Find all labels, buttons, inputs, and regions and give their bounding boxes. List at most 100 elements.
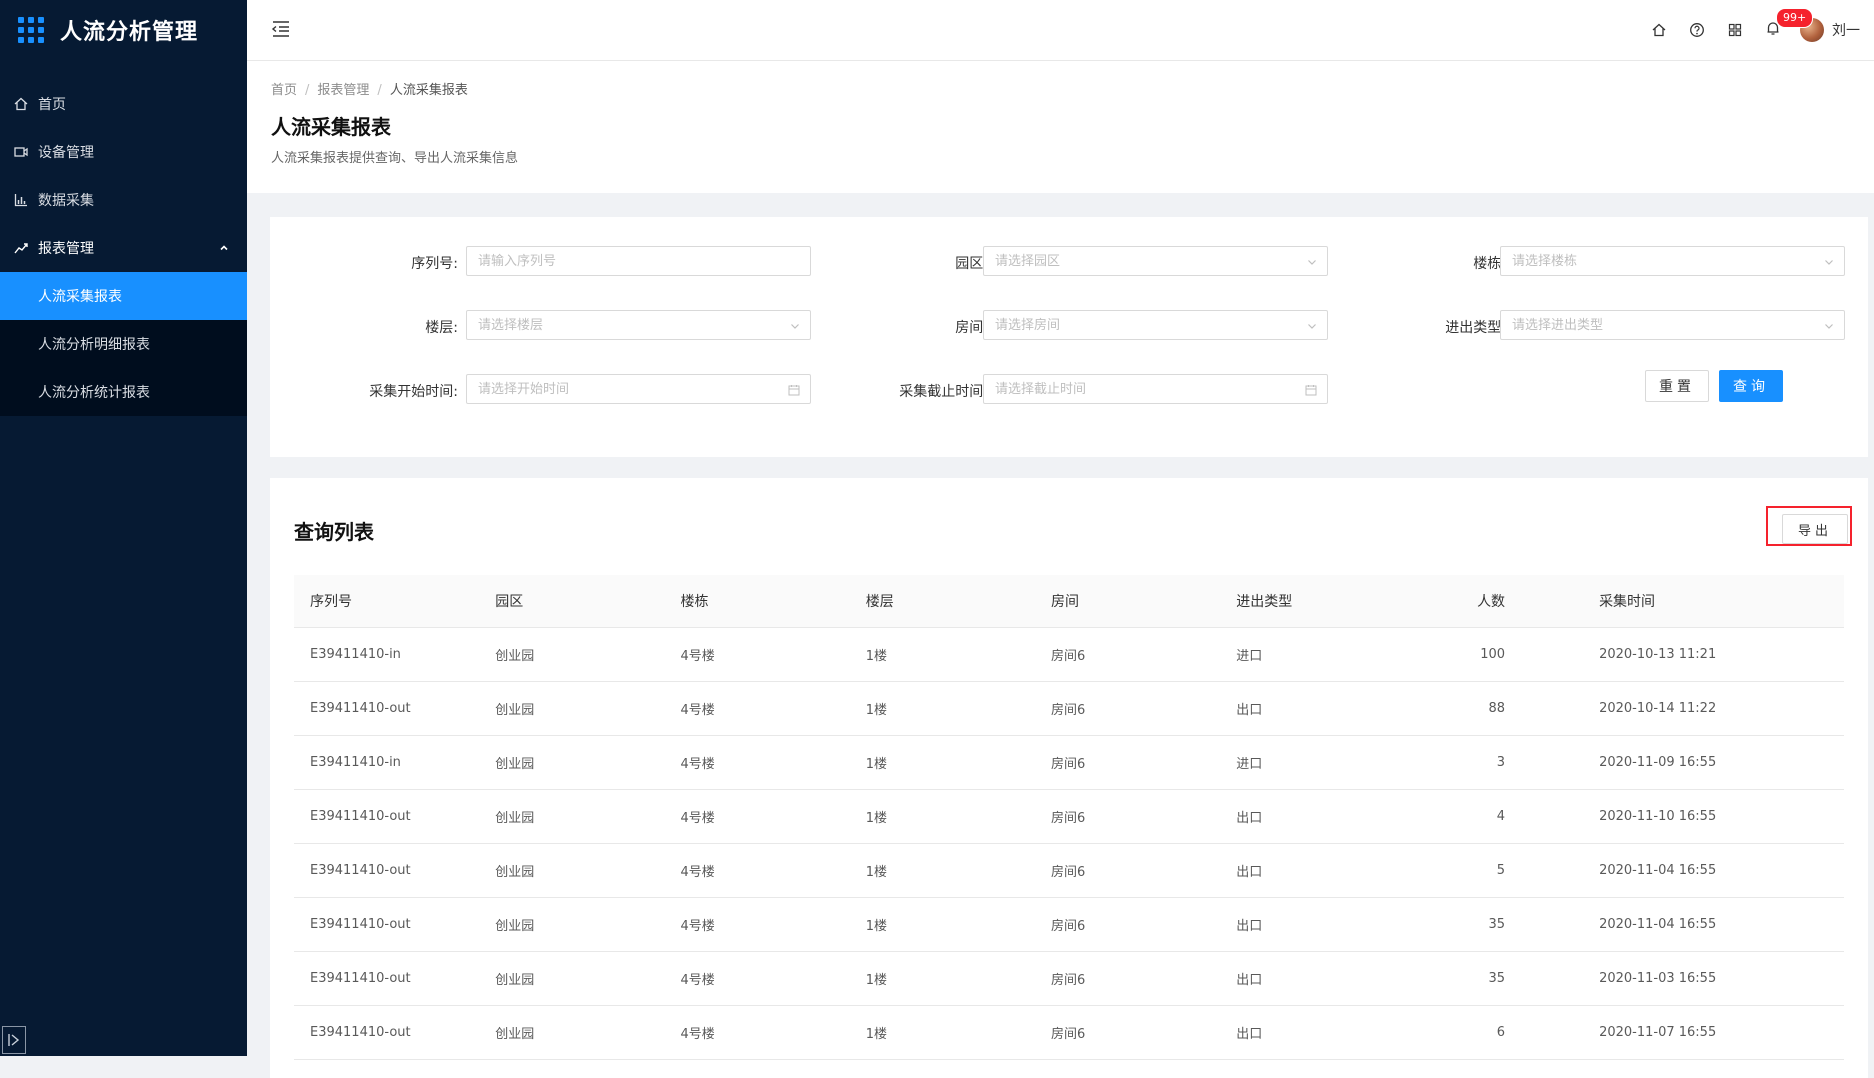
table-cell: 创业园 xyxy=(495,649,535,664)
table-cell: 4号楼 xyxy=(680,649,715,664)
table-cell: 房间6 xyxy=(1051,703,1086,718)
sidebar-item-flow-collection-report[interactable]: 人流采集报表 xyxy=(0,272,247,320)
building-label: 楼栋: xyxy=(1473,256,1506,272)
table-cell: 4号楼 xyxy=(680,703,715,718)
page-description: 人流采集报表提供查询、导出人流采集信息 xyxy=(271,151,519,166)
serial-label: 序列号: xyxy=(411,256,458,272)
column-header[interactable]: 人数 xyxy=(1406,591,1505,611)
building-select[interactable]: 请选择楼栋 xyxy=(1500,246,1845,276)
bar-chart-icon xyxy=(14,193,28,207)
table-cell: 进口 xyxy=(1236,649,1263,664)
table-cell: 1楼 xyxy=(865,757,888,772)
table-cell: 1楼 xyxy=(865,1027,888,1042)
table-cell: E39411410-out xyxy=(310,917,411,932)
sidebar-item-label: 报表管理 xyxy=(38,241,94,257)
export-button[interactable]: 导出 xyxy=(1782,514,1848,544)
table-cell: 35 xyxy=(1488,971,1506,986)
sidebar-item-flow-statistics-report[interactable]: 人流分析统计报表 xyxy=(0,368,247,416)
table-cell: 房间6 xyxy=(1051,865,1086,880)
page-header: 首页 / 报表管理 / 人流采集报表 人流采集报表 人流采集报表提供查询、导出人流采集信… xyxy=(247,61,1874,193)
table-cell: 4号楼 xyxy=(680,865,715,880)
table-row[interactable]: E39411410-out 创业园 4号楼 1楼 房间6 出口 5 2020-11-04 16… xyxy=(294,844,1844,898)
table-row[interactable]: E39411410-out 创业园 4号楼 1楼 房间6 出口 35 2020-11-03 1… xyxy=(294,952,1844,1006)
table-cell: 出口 xyxy=(1236,865,1263,880)
table-row[interactable]: E39411410-out 创业园 4号楼 1楼 房间6 出口 35 2020-11-04 1… xyxy=(294,898,1844,952)
sidebar-item-devices[interactable]: 设备管理 xyxy=(0,128,247,176)
table-cell: 房间6 xyxy=(1051,919,1086,934)
table-cell: 房间6 xyxy=(1051,811,1086,826)
chevron-down-icon xyxy=(1307,311,1317,341)
chevron-down-icon xyxy=(790,311,800,341)
direction-label: 进出类型: xyxy=(1445,320,1506,336)
table-cell: 创业园 xyxy=(495,811,535,826)
start-time-placeholder: 请选择开始时间 xyxy=(478,382,570,397)
table-cell: 出口 xyxy=(1236,1027,1263,1042)
column-header[interactable]: 楼层 xyxy=(850,591,1035,611)
device-icon xyxy=(14,145,28,159)
menu-fold-icon[interactable] xyxy=(271,20,291,42)
table-cell: E39411410-out xyxy=(310,809,411,824)
result-table: 序列号 园区 楼栋 楼层 房间 进出类型 人数 采集时间 E39411410-i… xyxy=(294,575,1844,1060)
notification-bell[interactable]: 99+ xyxy=(1754,8,1814,40)
direction-placeholder: 请选择进出类型 xyxy=(1512,318,1604,333)
page-title: 人流采集报表 xyxy=(271,115,391,139)
table-cell: 2020-10-13 11:21 xyxy=(1599,647,1717,662)
reports-submenu: 人流采集报表 人流分析明细报表 人流分析统计报表 xyxy=(0,272,247,416)
direction-select[interactable]: 请选择进出类型 xyxy=(1500,310,1845,340)
table-cell: 4 xyxy=(1496,809,1506,824)
column-header[interactable]: 进出类型 xyxy=(1220,591,1405,611)
table-cell: 1楼 xyxy=(865,703,888,718)
park-select[interactable]: 请选择园区 xyxy=(983,246,1328,276)
apps-icon[interactable] xyxy=(1716,22,1754,38)
table-row[interactable]: E39411410-out 创业园 4号楼 1楼 房间6 出口 4 2020-11-10 16… xyxy=(294,790,1844,844)
end-time-picker[interactable]: 请选择截止时间 xyxy=(983,374,1328,404)
table-header: 序列号 园区 楼栋 楼层 房间 进出类型 人数 采集时间 xyxy=(294,575,1844,628)
park-label: 园区: xyxy=(955,256,988,272)
column-header[interactable]: 园区 xyxy=(479,591,664,611)
chevron-down-icon xyxy=(1307,247,1317,277)
table-cell: 4号楼 xyxy=(680,757,715,772)
breadcrumb: 首页 / 报表管理 / 人流采集报表 xyxy=(271,83,468,98)
collapse-sidebar-icon[interactable] xyxy=(2,1026,26,1054)
top-header: 99+ 刘一 xyxy=(247,0,1874,61)
sidebar-item-data-collection[interactable]: 数据采集 xyxy=(0,176,247,224)
column-header[interactable]: 楼栋 xyxy=(665,591,850,611)
table-cell: 出口 xyxy=(1236,703,1263,718)
reset-button[interactable]: 重置 xyxy=(1645,370,1709,402)
sidebar-item-label: 首页 xyxy=(38,97,66,113)
sidebar: 人流分析管理 首页 设备管理 数据采集 报表管理 人流采集报表 人流分析明细报表… xyxy=(0,0,247,1056)
table-cell: 5 xyxy=(1496,863,1506,878)
grid-logo-icon xyxy=(18,17,44,43)
username: 刘一 xyxy=(1832,23,1860,39)
table-row[interactable]: E39411410-out 创业园 4号楼 1楼 房间6 出口 6 2020-11-07 16… xyxy=(294,1006,1844,1060)
room-select[interactable]: 请选择房间 xyxy=(983,310,1328,340)
table-row[interactable]: E39411410-in 创业园 4号楼 1楼 房间6 进口 3 2020-11-09 16:… xyxy=(294,736,1844,790)
sidebar-item-flow-detail-report[interactable]: 人流分析明细报表 xyxy=(0,320,247,368)
table-row[interactable]: E39411410-out 创业园 4号楼 1楼 房间6 出口 88 2020-10-14 1… xyxy=(294,682,1844,736)
floor-select[interactable]: 请选择楼层 xyxy=(466,310,811,340)
table-body: E39411410-in 创业园 4号楼 1楼 房间6 进口 100 2020-10-13 1… xyxy=(294,628,1844,1060)
table-cell: 创业园 xyxy=(495,1027,535,1042)
chevron-down-icon xyxy=(1824,311,1834,341)
breadcrumb-home[interactable]: 首页 xyxy=(271,83,297,98)
serial-input[interactable]: 请输入序列号 xyxy=(466,246,811,276)
table-cell: 房间6 xyxy=(1051,649,1086,664)
sidebar-item-reports[interactable]: 报表管理 xyxy=(0,224,247,272)
query-button[interactable]: 查询 xyxy=(1719,370,1783,402)
end-time-placeholder: 请选择截止时间 xyxy=(995,382,1087,397)
calendar-icon xyxy=(1305,375,1317,405)
chevron-down-icon xyxy=(1824,247,1834,277)
home-icon[interactable] xyxy=(1640,22,1678,38)
column-header[interactable]: 采集时间 xyxy=(1505,591,1844,611)
table-row[interactable]: E39411410-in 创业园 4号楼 1楼 房间6 进口 100 2020-10-13 1… xyxy=(294,628,1844,682)
column-header[interactable]: 序列号 xyxy=(294,591,479,611)
sidebar-item-home[interactable]: 首页 xyxy=(0,80,247,128)
table-cell: 88 xyxy=(1488,701,1506,716)
breadcrumb-reports[interactable]: 报表管理 xyxy=(317,83,369,98)
logo[interactable]: 人流分析管理 xyxy=(0,0,247,60)
table-cell: 2020-11-10 16:55 xyxy=(1599,809,1717,824)
help-icon[interactable] xyxy=(1678,22,1716,38)
column-header[interactable]: 房间 xyxy=(1035,591,1220,611)
app-title: 人流分析管理 xyxy=(60,20,199,45)
start-time-picker[interactable]: 请选择开始时间 xyxy=(466,374,811,404)
